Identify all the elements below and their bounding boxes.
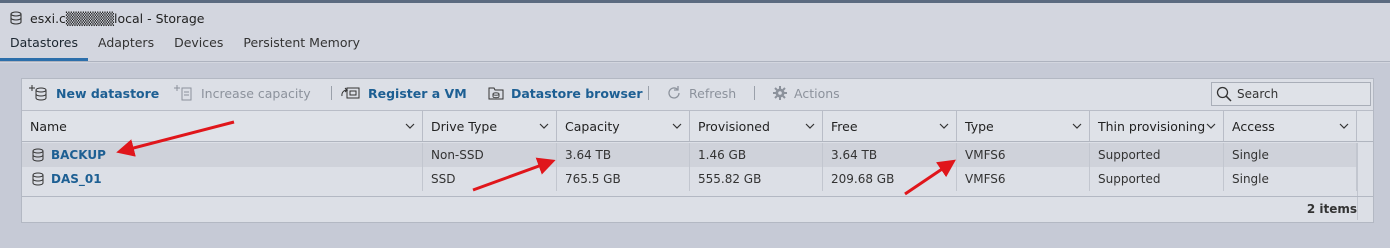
cell-access: Single (1224, 143, 1357, 167)
toolbar-separator (648, 86, 649, 100)
toolbar: New datastore Increase capacity Register… (22, 79, 1373, 111)
column-header-capacity[interactable]: Capacity (557, 111, 690, 141)
column-header-provisioned[interactable]: Provisioned (690, 111, 823, 141)
toolbar-separator (331, 86, 332, 100)
chevron-down-icon[interactable] (805, 122, 815, 130)
chevron-down-icon[interactable] (539, 122, 549, 130)
refresh-label: Refresh (689, 85, 737, 101)
table-row[interactable]: DAS_01 SSD 765.5 GB 555.82 GB 209.68 GB … (22, 167, 1357, 191)
cell-capacity: 3.64 TB (557, 143, 690, 167)
column-header-type[interactable]: Type (957, 111, 1090, 141)
datastore-icon (32, 172, 44, 186)
column-header-label: Type (965, 118, 994, 134)
register-vm-label: Register a VM (368, 85, 467, 101)
tab-datastores[interactable]: Datastores (0, 31, 88, 61)
register-vm-icon (341, 87, 360, 99)
column-header-label: Name (30, 118, 67, 134)
datastore-icon (32, 148, 44, 162)
window-header: esxi.c▒▒▒▒▒local - Storage Datastores Ad… (0, 3, 1390, 63)
column-header-name[interactable]: Name (22, 111, 423, 141)
column-header-label: Provisioned (698, 118, 770, 134)
tab-devices[interactable]: Devices (164, 31, 233, 61)
table-header: Name Drive Type Capacity Provisioned Fre… (22, 110, 1373, 142)
column-header-free[interactable]: Free (823, 111, 957, 141)
cell-provisioned: 1.46 GB (690, 143, 823, 167)
datastore-browser-icon (488, 87, 504, 100)
cell-name: BACKUP (22, 143, 423, 167)
new-datastore-button[interactable]: New datastore (28, 79, 159, 107)
chevron-down-icon[interactable] (1206, 122, 1216, 130)
chevron-down-icon[interactable] (1072, 122, 1082, 130)
cell-free: 209.68 GB (823, 167, 957, 191)
actions-button[interactable]: Actions (772, 79, 840, 107)
item-count: 2 items (1306, 202, 1357, 216)
datastores-panel: New datastore Increase capacity Register… (21, 78, 1374, 223)
increase-capacity-icon (174, 85, 192, 101)
chevron-down-icon[interactable] (405, 122, 415, 130)
cell-thin-provisioning: Supported (1090, 143, 1224, 167)
cell-access: Single (1224, 167, 1357, 191)
table-row[interactable]: BACKUP Non-SSD 3.64 TB 1.46 GB 3.64 TB V… (22, 143, 1357, 167)
cell-provisioned: 555.82 GB (690, 167, 823, 191)
datastore-link-das-01[interactable]: DAS_01 (51, 167, 102, 191)
column-header-access[interactable]: Access (1224, 111, 1357, 141)
register-vm-button[interactable]: Register a VM (340, 79, 467, 107)
search-input[interactable] (1237, 87, 1357, 101)
toolbar-separator (754, 86, 755, 100)
column-header-label: Thin provisioning (1098, 118, 1206, 134)
new-datastore-icon (29, 85, 47, 101)
cell-type: VMFS6 (957, 143, 1090, 167)
cell-drive-type: SSD (423, 167, 557, 191)
tab-persistent-memory[interactable]: Persistent Memory (233, 31, 370, 61)
chevron-down-icon[interactable] (939, 122, 949, 130)
increase-capacity-label: Increase capacity (201, 85, 311, 101)
column-header-label: Drive Type (431, 118, 498, 134)
refresh-icon (668, 86, 680, 99)
chevron-down-icon[interactable] (672, 122, 682, 130)
search-icon (1216, 86, 1232, 102)
column-header-label: Free (831, 118, 858, 134)
new-datastore-label: New datastore (56, 85, 160, 101)
table-footer: 2 items (22, 196, 1373, 223)
column-header-label: Access (1232, 118, 1275, 134)
tab-bar: Datastores Adapters Devices Persistent M… (0, 31, 370, 61)
header-divider (0, 61, 1390, 62)
increase-capacity-button[interactable]: Increase capacity (173, 79, 311, 107)
column-header-drive-type[interactable]: Drive Type (423, 111, 557, 141)
database-icon (10, 11, 22, 25)
datastore-browser-label: Datastore browser (511, 85, 643, 101)
tab-adapters[interactable]: Adapters (88, 31, 164, 61)
column-header-thin-provisioning[interactable]: Thin provisioning (1090, 111, 1224, 141)
datastore-browser-button[interactable]: Datastore browser (487, 79, 643, 107)
window-title-bar: esxi.c▒▒▒▒▒local - Storage (9, 9, 204, 27)
refresh-button[interactable]: Refresh (665, 79, 736, 107)
cell-name: DAS_01 (22, 167, 423, 191)
cell-capacity: 765.5 GB (557, 167, 690, 191)
gear-icon (773, 86, 787, 100)
actions-label: Actions (794, 85, 840, 101)
cell-type: VMFS6 (957, 167, 1090, 191)
datastore-link-backup[interactable]: BACKUP (51, 143, 106, 167)
column-header-label: Capacity (565, 118, 620, 134)
chevron-down-icon[interactable] (1339, 122, 1349, 130)
search-box[interactable] (1211, 82, 1371, 106)
cell-drive-type: Non-SSD (423, 143, 557, 167)
cell-thin-provisioning: Supported (1090, 167, 1224, 191)
window-title: esxi.c▒▒▒▒▒local - Storage (30, 10, 205, 26)
cell-free: 3.64 TB (823, 143, 957, 167)
